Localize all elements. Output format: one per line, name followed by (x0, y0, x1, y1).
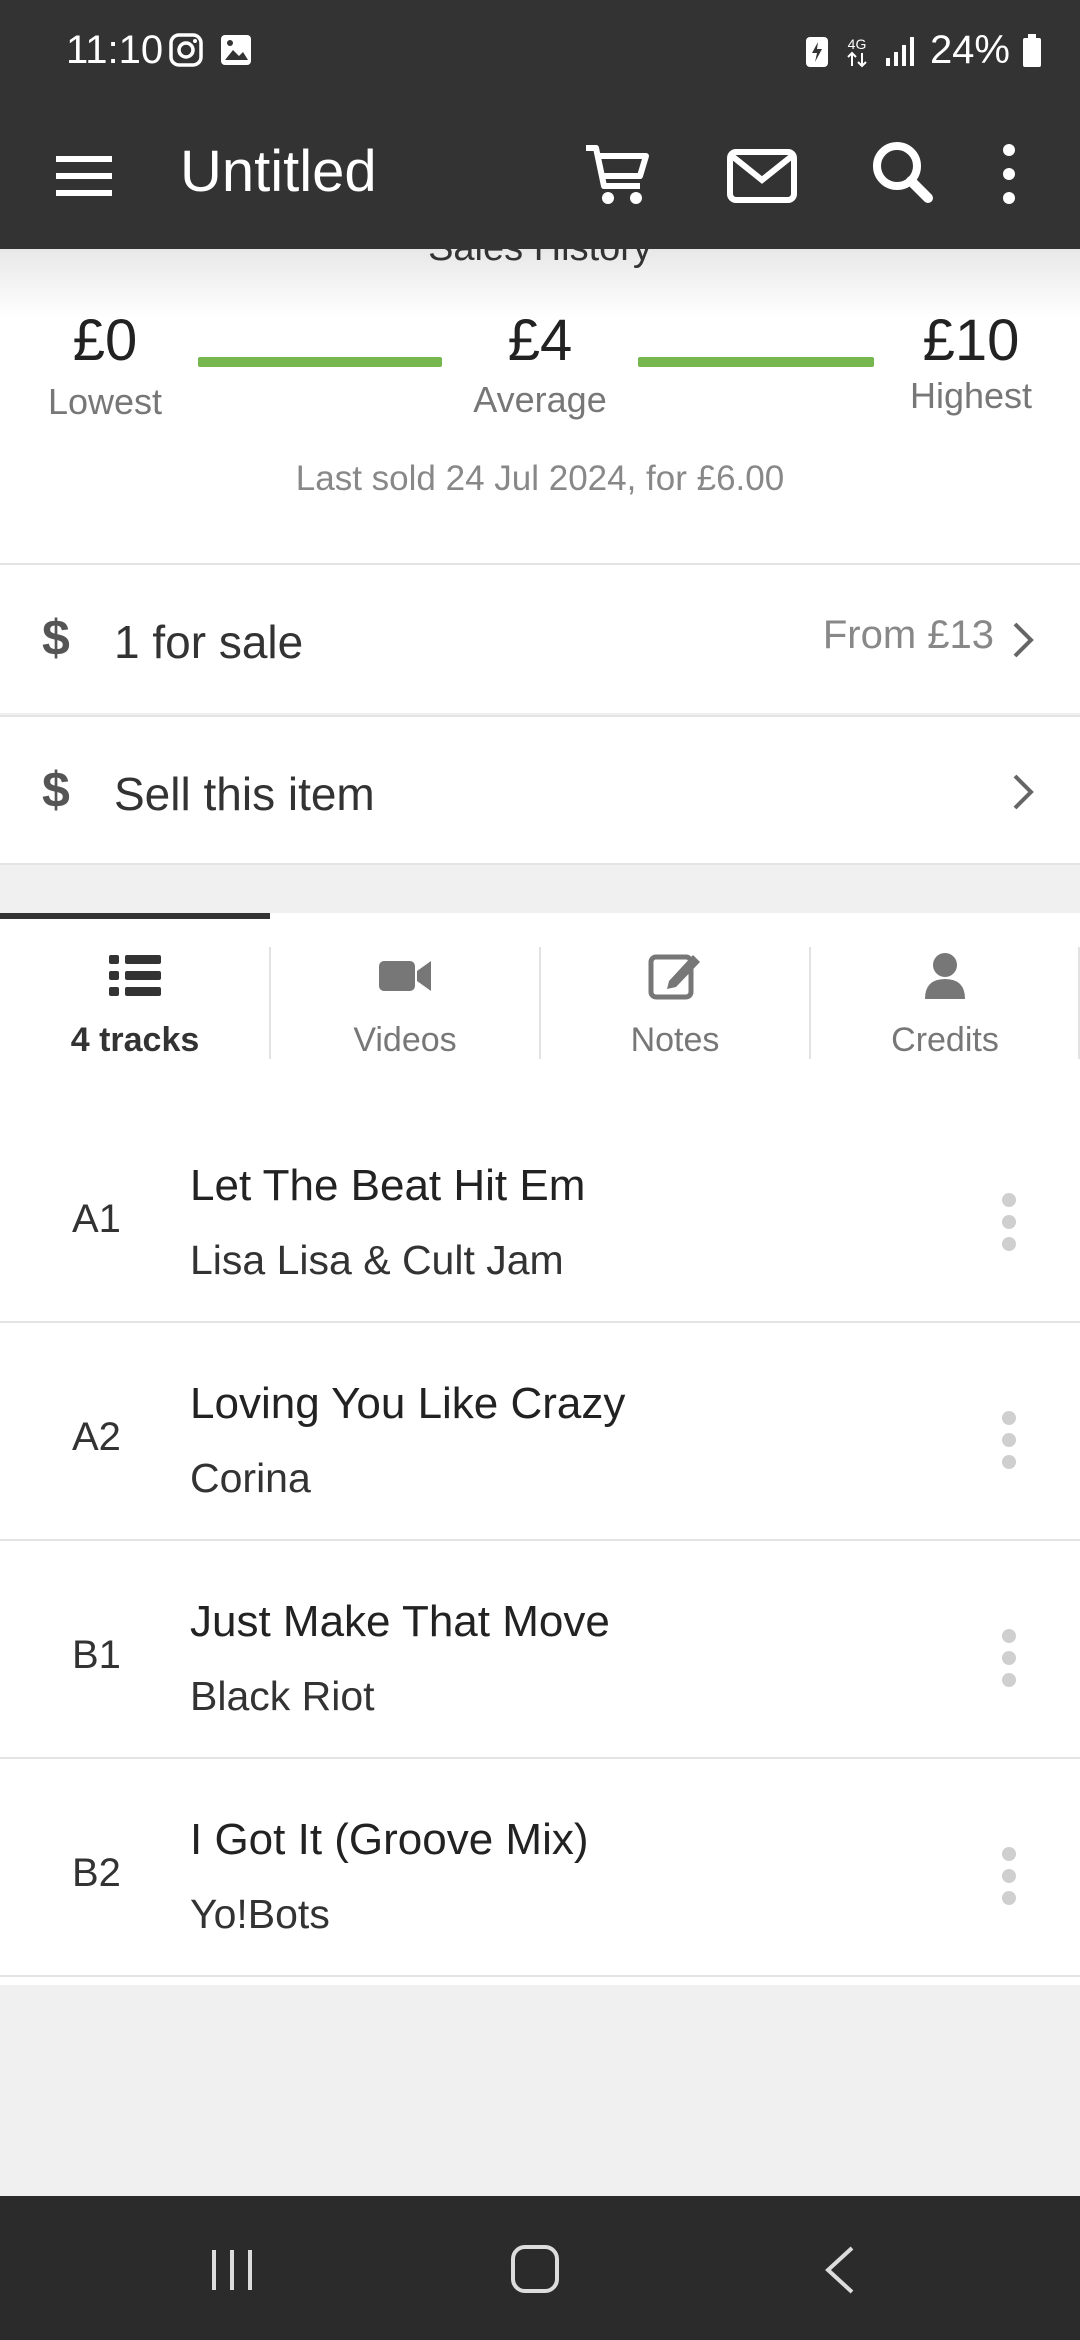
search-icon (873, 142, 933, 203)
track-more-options-button[interactable] (996, 1629, 1022, 1701)
sales-history-heading: Sales History (0, 249, 1080, 270)
sell-item-label: Sell this item (114, 768, 375, 820)
active-tab-indicator (0, 913, 270, 919)
cart-button[interactable] (582, 138, 654, 210)
average-label: Average (473, 379, 607, 420)
track-position: A1 (72, 1197, 121, 1241)
list-icon (109, 955, 161, 996)
cart-icon (586, 145, 649, 204)
edit-note-icon (648, 954, 700, 1000)
track-title: Let The Beat Hit Em (190, 1161, 586, 1210)
home-button[interactable] (510, 2244, 560, 2294)
track-row[interactable]: B2 I Got It (Groove Mix) Yo!Bots (0, 1759, 1080, 1977)
tab-credits[interactable]: Credits (810, 913, 1080, 1105)
tab-notes[interactable]: Notes (540, 913, 810, 1105)
track-title: Just Make That Move (190, 1597, 610, 1646)
lowest-label: Lowest (47, 381, 163, 422)
status-system-icons: 4G 24% (804, 28, 1042, 73)
status-time: 11:10 (66, 28, 164, 72)
status-notification-icons (168, 32, 254, 68)
tab-label: Videos (353, 1021, 457, 1059)
dollar-icon: $ (42, 762, 70, 818)
chevron-right-icon (1013, 622, 1034, 658)
price-range-bar-left (198, 357, 442, 367)
for-sale-label: 1 for sale (114, 616, 304, 668)
track-row[interactable]: B1 Just Make That Move Black Riot (0, 1541, 1080, 1759)
track-artist[interactable]: Black Riot (190, 1673, 375, 1720)
more-vertical-icon (1003, 144, 1015, 204)
svg-text:4G: 4G (848, 36, 867, 52)
tab-label: Credits (891, 1021, 999, 1059)
signal-icon (885, 36, 914, 66)
track-artist[interactable]: Yo!Bots (190, 1891, 330, 1938)
track-position: A2 (72, 1415, 121, 1459)
mail-button[interactable] (726, 140, 798, 212)
battery-percent: 24% (929, 28, 1010, 72)
sell-item-row[interactable]: $ Sell this item (0, 715, 1080, 865)
track-artist[interactable]: Lisa Lisa & Cult Jam (190, 1237, 564, 1284)
person-icon (925, 953, 965, 999)
lowest-price: £0 (72, 308, 138, 373)
track-row[interactable]: A1 Let The Beat Hit Em Lisa Lisa & Cult … (0, 1105, 1080, 1323)
track-position: B1 (72, 1633, 121, 1677)
system-nav-bar (0, 2196, 1080, 2340)
tab-bar: 4 tracks Videos Notes Credits (0, 913, 1080, 1105)
track-title: Loving You Like Crazy (190, 1379, 626, 1428)
chevron-right-icon (1013, 774, 1034, 810)
more-options-button[interactable] (992, 138, 1026, 210)
recent-apps-button[interactable] (208, 2246, 256, 2294)
menu-icon (56, 156, 112, 196)
tab-tracks[interactable]: 4 tracks (0, 913, 270, 1105)
track-row[interactable]: A2 Loving You Like Crazy Corina (0, 1323, 1080, 1541)
average-price: £4 (507, 308, 573, 373)
instagram-icon (169, 33, 203, 67)
sales-history: Sales History £0 Lowest £4 Average £10 H… (0, 249, 1080, 563)
track-artist[interactable]: Corina (190, 1455, 311, 1502)
tab-videos[interactable]: Videos (270, 913, 540, 1105)
track-more-options-button[interactable] (996, 1411, 1022, 1483)
status-bar: 11:10 4G 24% (0, 0, 1080, 104)
highest-label: Highest (909, 375, 1033, 416)
menu-button[interactable] (56, 146, 112, 206)
track-more-options-button[interactable] (996, 1847, 1022, 1919)
battery-saver-icon (805, 36, 828, 67)
price-range-bar-right (638, 357, 874, 367)
search-button[interactable] (870, 138, 936, 210)
gallery-icon (221, 35, 251, 65)
track-title: I Got It (Groove Mix) (190, 1815, 589, 1864)
tab-label: 4 tracks (70, 1021, 200, 1059)
tab-label: Notes (630, 1021, 720, 1059)
app-bar: Untitled (0, 104, 1080, 249)
track-more-options-button[interactable] (996, 1193, 1022, 1265)
dollar-icon: $ (42, 610, 70, 666)
last-sold-text: Last sold 24 Jul 2024, for £6.00 (295, 459, 785, 498)
back-button[interactable] (822, 2244, 856, 2296)
for-sale-price: From £13 (822, 613, 994, 657)
for-sale-row[interactable]: $ 1 for sale From £13 (0, 563, 1080, 713)
network-4g-icon: 4G (847, 36, 867, 67)
page-title: Untitled (180, 139, 377, 204)
mail-icon (727, 149, 797, 203)
battery-icon (1023, 33, 1041, 67)
highest-price: £10 (922, 308, 1020, 373)
track-position: B2 (72, 1851, 121, 1895)
video-camera-icon (379, 961, 431, 991)
track-list: A1 Let The Beat Hit Em Lisa Lisa & Cult … (0, 1105, 1080, 1985)
